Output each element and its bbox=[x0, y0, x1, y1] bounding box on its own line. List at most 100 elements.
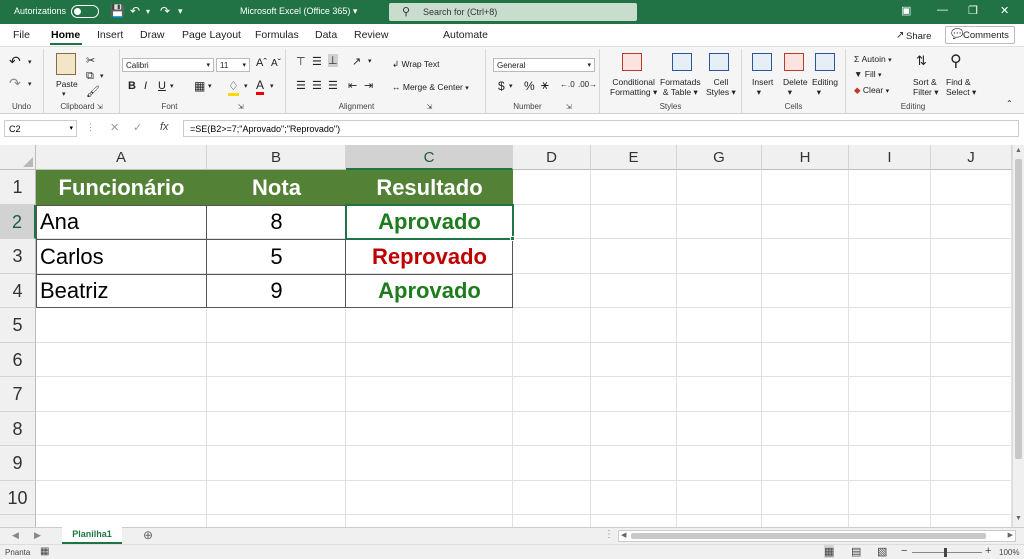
row-header-5[interactable]: 5 bbox=[0, 308, 36, 343]
format-painter-icon[interactable]: 🖌 bbox=[86, 85, 100, 98]
column-header-e[interactable]: E bbox=[591, 145, 677, 170]
font-name-select[interactable]: Calibri ▾ bbox=[122, 58, 214, 72]
underline-dropdown-icon[interactable]: ▾ bbox=[170, 82, 174, 90]
title-dropdown-icon[interactable]: ▾ bbox=[353, 6, 358, 16]
cell-styles-icon[interactable] bbox=[709, 53, 729, 71]
cut-icon[interactable]: ✂ bbox=[86, 54, 95, 67]
increase-font-icon[interactable]: Aˆ bbox=[256, 57, 267, 69]
tab-file[interactable]: File bbox=[13, 29, 30, 41]
dialog-launcher-icon[interactable]: ⇲ bbox=[238, 104, 244, 111]
more-options-icon[interactable]: ⋮ bbox=[604, 529, 614, 540]
underline-icon[interactable]: U bbox=[158, 80, 166, 92]
column-header-b[interactable]: B bbox=[207, 145, 346, 170]
redo-icon[interactable]: ↷ bbox=[160, 4, 170, 18]
tab-draw[interactable]: Draw bbox=[140, 29, 165, 41]
save-icon[interactable]: 💾 bbox=[110, 4, 125, 18]
scroll-right-icon[interactable]: ▶ bbox=[1008, 531, 1013, 539]
font-color-icon[interactable]: A bbox=[256, 78, 265, 95]
tab-page-layout[interactable]: Page Layout bbox=[182, 29, 241, 41]
search-box[interactable]: ⚲ Search for (Ctrl+8) bbox=[389, 3, 637, 21]
increase-decimal-icon[interactable]: ←.0 bbox=[560, 80, 575, 89]
percent-icon[interactable]: % bbox=[524, 79, 535, 93]
increase-indent-icon[interactable]: ⇥ bbox=[364, 79, 373, 92]
tab-automate[interactable]: Automate bbox=[443, 29, 488, 41]
autosum-button[interactable]: Σ Autoin ▾ bbox=[854, 54, 892, 64]
format-as-table-icon[interactable] bbox=[672, 53, 692, 71]
vertical-scroll-thumb[interactable] bbox=[1015, 159, 1022, 459]
comments-button[interactable]: 💬 Comments bbox=[945, 26, 1015, 44]
autosave-toggle[interactable] bbox=[71, 5, 99, 18]
undo-icon[interactable]: ↶ bbox=[130, 4, 140, 18]
page-break-view-icon[interactable]: ▧ bbox=[877, 545, 887, 558]
borders-icon[interactable]: ▦ bbox=[194, 79, 205, 93]
column-header-c[interactable]: C bbox=[346, 145, 513, 170]
align-top-icon[interactable]: ⊤ bbox=[296, 55, 306, 68]
undo-icon[interactable]: ↶ bbox=[9, 53, 21, 70]
borders-dropdown-icon[interactable]: ▾ bbox=[208, 82, 212, 90]
tab-insert[interactable]: Insert bbox=[97, 29, 123, 41]
formula-input[interactable]: =SE(B2>=7;"Aprovado";"Reprovado") bbox=[183, 120, 1019, 137]
row-header-11[interactable] bbox=[0, 515, 36, 527]
restore-icon[interactable]: ❐ bbox=[968, 4, 978, 17]
row-header-7[interactable]: 7 bbox=[0, 377, 36, 412]
sheet-tab-planilha1[interactable]: Planilha1 bbox=[62, 527, 122, 544]
minimize-icon[interactable]: — bbox=[937, 4, 948, 16]
row-header-10[interactable]: 10 bbox=[0, 481, 36, 515]
fill-handle[interactable] bbox=[510, 236, 515, 241]
decrease-font-icon[interactable]: Aˇ bbox=[271, 58, 281, 69]
close-icon[interactable]: ✕ bbox=[1000, 4, 1009, 17]
fill-color-icon[interactable]: ♢ bbox=[228, 79, 239, 96]
row-header-1[interactable]: 1 bbox=[0, 170, 36, 205]
clear-button[interactable]: ◆ Clear ▾ bbox=[854, 85, 889, 96]
italic-icon[interactable]: I bbox=[144, 80, 147, 92]
ribbon-display-icon[interactable]: ▣ bbox=[901, 4, 911, 17]
zoom-out-icon[interactable]: − bbox=[901, 545, 907, 557]
paste-icon[interactable] bbox=[56, 53, 76, 75]
tab-formulas[interactable]: Formulas bbox=[255, 29, 299, 41]
fill-color-dropdown-icon[interactable]: ▾ bbox=[244, 82, 248, 90]
paste-dropdown-icon[interactable]: ▾ bbox=[62, 90, 66, 98]
scroll-left-icon[interactable]: ◀ bbox=[621, 531, 626, 539]
header-cell-resultado[interactable]: Resultado bbox=[346, 170, 513, 205]
row-header-2[interactable]: 2 bbox=[0, 205, 36, 239]
column-header-h[interactable]: H bbox=[762, 145, 849, 170]
row-header-4[interactable]: 4 bbox=[0, 274, 36, 308]
dialog-launcher-icon[interactable]: ⇲ bbox=[566, 104, 572, 111]
column-header-g[interactable]: G bbox=[677, 145, 762, 170]
prev-sheet-icon[interactable]: ◀ bbox=[12, 530, 19, 541]
page-layout-view-icon[interactable]: ▤ bbox=[851, 545, 861, 558]
dialog-launcher-icon[interactable]: ⇲ bbox=[97, 104, 103, 111]
font-size-select[interactable]: 11 ▾ bbox=[216, 58, 250, 72]
tab-home[interactable]: Home bbox=[51, 29, 80, 41]
tab-data[interactable]: Data bbox=[315, 29, 337, 41]
row-header-8[interactable]: 8 bbox=[0, 412, 36, 446]
find-icon[interactable]: ⚲ bbox=[950, 51, 962, 71]
row-header-9[interactable]: 9 bbox=[0, 446, 36, 481]
name-box[interactable]: C2 ▾ bbox=[4, 120, 77, 137]
decrease-decimal-icon[interactable]: .00→ bbox=[578, 80, 597, 89]
redo-icon[interactable]: ↷ bbox=[9, 75, 21, 92]
format-cells-button[interactable]: Editing ▾ bbox=[812, 77, 838, 98]
merge-center-button[interactable]: ↔ Merge & Center ▾ bbox=[392, 82, 469, 92]
align-center-icon[interactable]: ☰ bbox=[312, 79, 322, 92]
comma-icon[interactable]: ⚹ bbox=[541, 77, 549, 93]
select-all-button[interactable] bbox=[0, 145, 36, 170]
find-select-button[interactable]: Find & Select ▾ bbox=[946, 77, 976, 98]
insert-cells-button[interactable]: Insert ▾ bbox=[752, 77, 773, 98]
insert-cells-icon[interactable] bbox=[752, 53, 772, 71]
paste-button[interactable]: Paste bbox=[56, 79, 78, 89]
enter-icon[interactable]: ✓ bbox=[133, 121, 142, 134]
align-left-icon[interactable]: ☰ bbox=[296, 79, 306, 92]
row-header-6[interactable]: 6 bbox=[0, 343, 36, 377]
accessibility-icon[interactable]: ▦ bbox=[40, 546, 49, 557]
scroll-down-icon[interactable]: ▼ bbox=[1015, 515, 1022, 522]
sort-filter-button[interactable]: Sort & Filter ▾ bbox=[913, 77, 939, 98]
next-sheet-icon[interactable]: ▶ bbox=[34, 530, 41, 541]
column-header-j[interactable]: J bbox=[931, 145, 1012, 170]
horizontal-scrollbar[interactable]: ◀ ▶ bbox=[618, 530, 1016, 542]
format-as-table-button[interactable]: Formatads & Table ▾ bbox=[660, 77, 701, 98]
undo-dropdown-icon[interactable]: ▾ bbox=[146, 7, 150, 16]
cancel-icon[interactable]: ✕ bbox=[110, 121, 119, 134]
cell-styles-button[interactable]: Cell Styles ▾ bbox=[706, 77, 736, 98]
horizontal-scroll-thumb[interactable] bbox=[631, 533, 986, 539]
